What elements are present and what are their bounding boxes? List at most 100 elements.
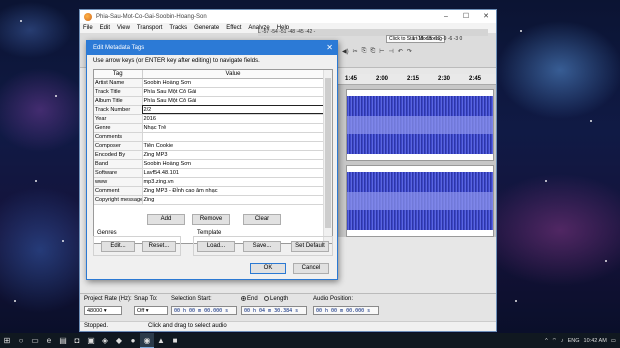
table-row[interactable]: Comment Zing MP3 - Đỉnh cao âm nhạc — [94, 186, 325, 196]
tag-cell[interactable]: Band — [94, 159, 143, 169]
table-row[interactable]: Artist Name Soobin Hoàng Sơn — [94, 78, 325, 88]
tag-cell[interactable]: Comments — [94, 132, 143, 142]
paste-icon[interactable]: ⎗ — [370, 48, 375, 55]
tag-cell[interactable]: www — [94, 177, 143, 187]
value-cell[interactable]: mp3.zing.vn — [142, 177, 325, 187]
audio-position-field[interactable]: 00 h 00 m 00.000 s — [313, 306, 379, 315]
value-cell[interactable]: Lavf54.48.101 — [142, 168, 325, 178]
cancel-button[interactable]: Cancel — [293, 263, 329, 274]
app-icon[interactable]: ● — [126, 333, 140, 348]
task-view-icon[interactable]: ▭ — [28, 333, 42, 348]
menu-file[interactable]: File — [83, 25, 93, 31]
tag-cell[interactable]: Encoded By — [94, 150, 143, 160]
value-cell[interactable]: Nhạc Trẻ — [142, 123, 325, 133]
tag-cell[interactable]: Album Title — [94, 96, 143, 106]
table-row[interactable]: Copyright message Zing — [94, 195, 325, 205]
menu-tracks[interactable]: Tracks — [169, 25, 187, 31]
timeline-ruler[interactable]: 1:45 2:00 2:15 2:30 2:45 — [338, 74, 496, 85]
grid-scrollbar-thumb[interactable] — [325, 78, 331, 228]
redo-icon[interactable]: ↷ — [407, 48, 412, 55]
playback-meter[interactable]: 1 -18 -15 -12 -9 -6 -3 0 — [412, 36, 462, 42]
maximize-button[interactable]: ☐ — [456, 10, 476, 23]
copy-icon[interactable]: ⎘ — [362, 48, 367, 55]
table-row[interactable]: Album Title Phía Sau Một Cô Gái — [94, 96, 325, 106]
app-icon[interactable]: ◈ — [98, 333, 112, 348]
minimize-button[interactable]: – — [436, 10, 456, 23]
table-row[interactable]: Composer Tiên Cookie — [94, 141, 325, 151]
cut-icon[interactable]: ✂ — [353, 48, 358, 55]
waveform-right-channel[interactable] — [346, 165, 494, 237]
value-cell[interactable]: Phía Sau Một Cô Gái — [142, 87, 325, 97]
menu-transport[interactable]: Transport — [137, 25, 162, 31]
value-cell[interactable] — [142, 132, 325, 142]
table-row[interactable]: Encoded By Zing MP3 — [94, 150, 325, 160]
menu-edit[interactable]: Edit — [100, 25, 110, 31]
selection-end-field[interactable]: 00 h 04 m 30.384 s — [241, 306, 307, 315]
genres-reset-button[interactable]: Reset... — [142, 241, 176, 252]
value-cell[interactable]: Phía Sau Một Cô Gái — [142, 96, 325, 106]
tray-up-arrow-icon[interactable]: ^ — [545, 338, 548, 344]
clock[interactable]: 10:42 AM — [584, 338, 607, 344]
column-header-tag[interactable]: Tag — [94, 70, 143, 79]
genres-edit-button[interactable]: Edit... — [101, 241, 135, 252]
value-cell[interactable]: 2016 — [142, 114, 325, 124]
tag-cell[interactable]: Comment — [94, 186, 143, 196]
trim-icon[interactable]: ⊢ — [379, 48, 384, 55]
tag-cell[interactable]: Copyright message — [94, 195, 143, 205]
menu-generate[interactable]: Generate — [194, 25, 219, 31]
language-indicator[interactable]: ENG — [568, 338, 580, 344]
value-cell-editing[interactable]: 2/2 — [142, 105, 325, 115]
windows-start-icon[interactable]: ⊞ — [0, 333, 14, 348]
value-cell[interactable]: Zing MP3 — [142, 150, 325, 160]
add-button[interactable]: Add — [147, 214, 185, 225]
silence-icon[interactable]: ⊣ — [389, 48, 394, 55]
network-icon[interactable]: ⌔ — [552, 337, 557, 344]
notifications-icon[interactable]: ▭ — [611, 338, 616, 344]
table-row[interactable]: Software Lavf54.48.101 — [94, 168, 325, 178]
template-load-button[interactable]: Load... — [197, 241, 235, 252]
edge-icon[interactable]: e — [42, 333, 56, 348]
column-header-value[interactable]: Value — [142, 70, 325, 79]
template-save-button[interactable]: Save... — [243, 241, 281, 252]
table-row[interactable]: Band Soobin Hoàng Sơn — [94, 159, 325, 169]
table-row[interactable]: Track Title Phía Sau Một Cô Gái — [94, 87, 325, 97]
tag-cell[interactable]: Artist Name — [94, 78, 143, 88]
undo-icon[interactable]: ↶ — [398, 48, 403, 55]
volume-tray-icon[interactable]: ♪ — [561, 338, 564, 344]
remove-button[interactable]: Remove — [192, 214, 230, 225]
project-rate-select[interactable]: 48000 ▾ — [84, 306, 122, 315]
tag-cell[interactable]: Year — [94, 114, 143, 124]
grid-scrollbar[interactable] — [323, 70, 332, 243]
set-default-button[interactable]: Set Default — [291, 241, 329, 252]
value-cell[interactable]: Zing MP3 - Đỉnh cao âm nhạc — [142, 186, 325, 196]
volume-icon[interactable]: ◀) — [342, 48, 349, 55]
record-meter[interactable]: L -57 -54 -51 -48 -45 -42 - — [258, 29, 488, 36]
table-row[interactable]: Genre Nhạc Trẻ — [94, 123, 325, 133]
table-row[interactable]: www mp3.zing.vn — [94, 177, 325, 187]
menu-effect[interactable]: Effect — [226, 25, 241, 31]
tag-cell[interactable]: Software — [94, 168, 143, 178]
store-icon[interactable]: ◘ — [70, 333, 84, 348]
value-cell[interactable]: Tiên Cookie — [142, 141, 325, 151]
end-radio[interactable]: End — [241, 296, 258, 302]
waveform-left-channel[interactable] — [346, 89, 494, 161]
tag-cell[interactable]: Track Number — [94, 105, 143, 115]
value-cell[interactable]: Zing — [142, 195, 325, 205]
search-icon[interactable]: ○ — [14, 333, 28, 348]
menu-view[interactable]: View — [117, 25, 130, 31]
ok-button[interactable]: OK — [250, 263, 286, 274]
table-row[interactable]: Comments — [94, 132, 325, 142]
tag-cell[interactable]: Composer — [94, 141, 143, 151]
table-row[interactable]: Track Number 2/2 — [94, 105, 325, 115]
tag-cell[interactable]: Track Title — [94, 87, 143, 97]
snap-to-select[interactable]: Off ▾ — [134, 306, 168, 315]
app-icon[interactable]: ▣ — [84, 333, 98, 348]
app-icon[interactable]: ▲ — [154, 333, 168, 348]
close-icon[interactable]: ✕ — [326, 41, 333, 55]
value-cell[interactable]: Soobin Hoàng Sơn — [142, 159, 325, 169]
length-radio[interactable]: Length — [264, 296, 288, 302]
selection-start-field[interactable]: 00 h 00 m 00.000 s — [171, 306, 237, 315]
app-icon[interactable]: ◆ — [112, 333, 126, 348]
table-row[interactable]: Year 2016 — [94, 114, 325, 124]
close-window-button[interactable]: ✕ — [476, 10, 496, 23]
